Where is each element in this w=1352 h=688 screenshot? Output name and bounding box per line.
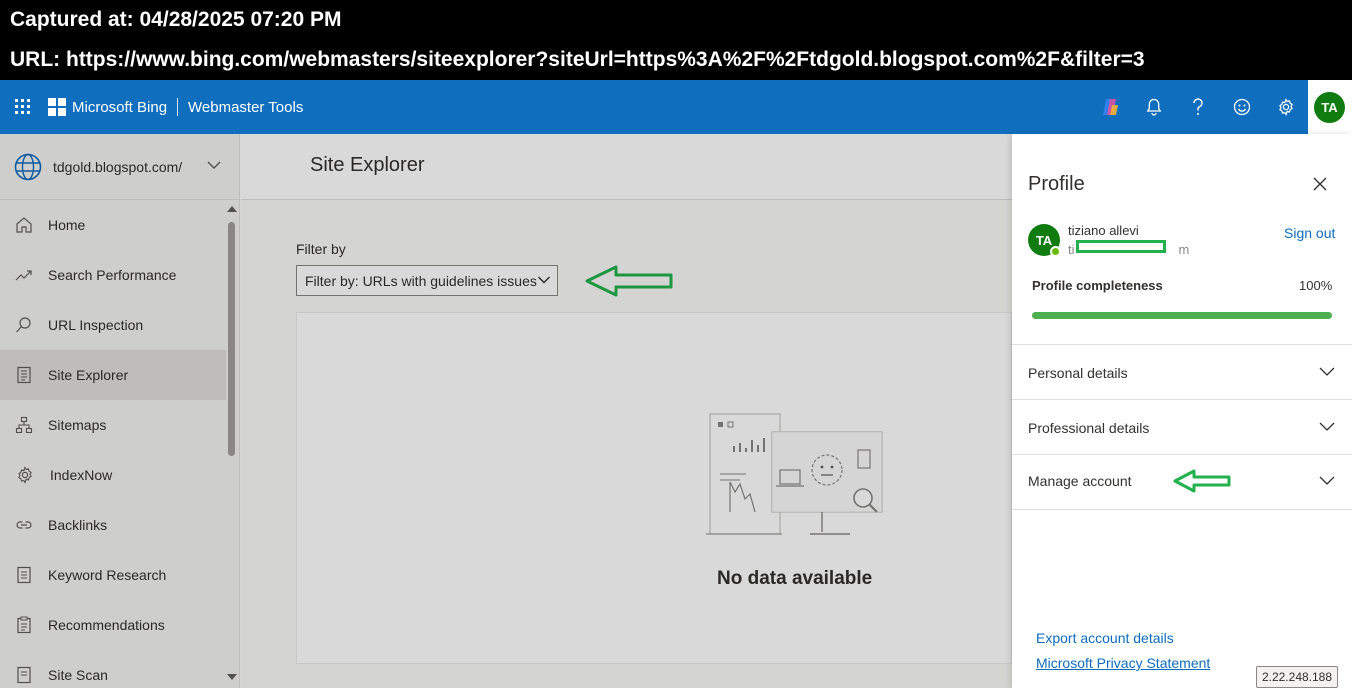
capture-banner: Captured at: 04/28/2025 07:20 PM URL: ht…	[0, 0, 1352, 80]
account-avatar-button[interactable]: TA	[1308, 80, 1352, 134]
section-manage-account[interactable]: Manage account	[1012, 454, 1352, 509]
profile-panel: Profile TA tiziano allevi ti m Sign out P…	[1012, 134, 1352, 688]
profile-completeness-bar	[1032, 312, 1332, 319]
gear-icon[interactable]	[1275, 96, 1297, 118]
progress-fill	[1032, 312, 1332, 319]
app-launcher-icon[interactable]	[14, 98, 32, 116]
section-divider	[1012, 509, 1352, 510]
copilot-icon[interactable]	[1099, 96, 1121, 118]
privacy-statement-link[interactable]: Microsoft Privacy Statement	[1036, 655, 1210, 671]
presence-status-icon	[1050, 246, 1061, 257]
brand-name[interactable]: Microsoft Bing	[72, 99, 167, 116]
section-label: Manage account	[1028, 473, 1132, 489]
microsoft-logo-icon	[48, 98, 66, 116]
avatar: TA	[1028, 224, 1061, 257]
help-icon[interactable]	[1187, 96, 1209, 118]
close-icon[interactable]	[1312, 176, 1328, 192]
avatar-initials: TA	[1035, 232, 1053, 248]
profile-name: tiziano allevi	[1068, 223, 1139, 238]
bell-icon[interactable]	[1143, 96, 1165, 118]
feedback-smiley-icon[interactable]	[1231, 96, 1253, 118]
chevron-down-icon	[1319, 476, 1335, 485]
brand-divider	[177, 98, 178, 116]
panel-title: Profile	[1028, 173, 1085, 195]
profile-completeness-value: 100%	[1299, 278, 1333, 293]
profile-completeness-label: Profile completeness	[1032, 278, 1163, 293]
email-start: ti	[1068, 242, 1075, 257]
chevron-down-icon	[1319, 367, 1335, 376]
redaction-box	[1076, 240, 1166, 253]
section-label: Professional details	[1028, 420, 1150, 436]
section-label: Personal details	[1028, 365, 1128, 381]
email-end: m	[1178, 242, 1190, 257]
sign-out-link[interactable]: Sign out	[1284, 225, 1335, 241]
modal-overlay[interactable]	[0, 134, 1012, 688]
section-personal-details[interactable]: Personal details	[1012, 344, 1352, 399]
top-nav-bar: Microsoft Bing Webmaster Tools	[0, 80, 1352, 134]
ip-address-badge: 2.22.248.188	[1256, 666, 1338, 688]
product-name[interactable]: Webmaster Tools	[188, 99, 303, 116]
capture-url: URL: https://www.bing.com/webmasters/sit…	[10, 48, 1145, 71]
chevron-down-icon	[1319, 422, 1335, 431]
capture-timestamp: Captured at: 04/28/2025 07:20 PM	[10, 8, 342, 31]
annotation-arrow-icon	[1173, 469, 1231, 493]
export-account-details-link[interactable]: Export account details	[1036, 630, 1174, 646]
avatar: TA	[1314, 92, 1345, 123]
section-professional-details[interactable]: Professional details	[1012, 399, 1352, 454]
